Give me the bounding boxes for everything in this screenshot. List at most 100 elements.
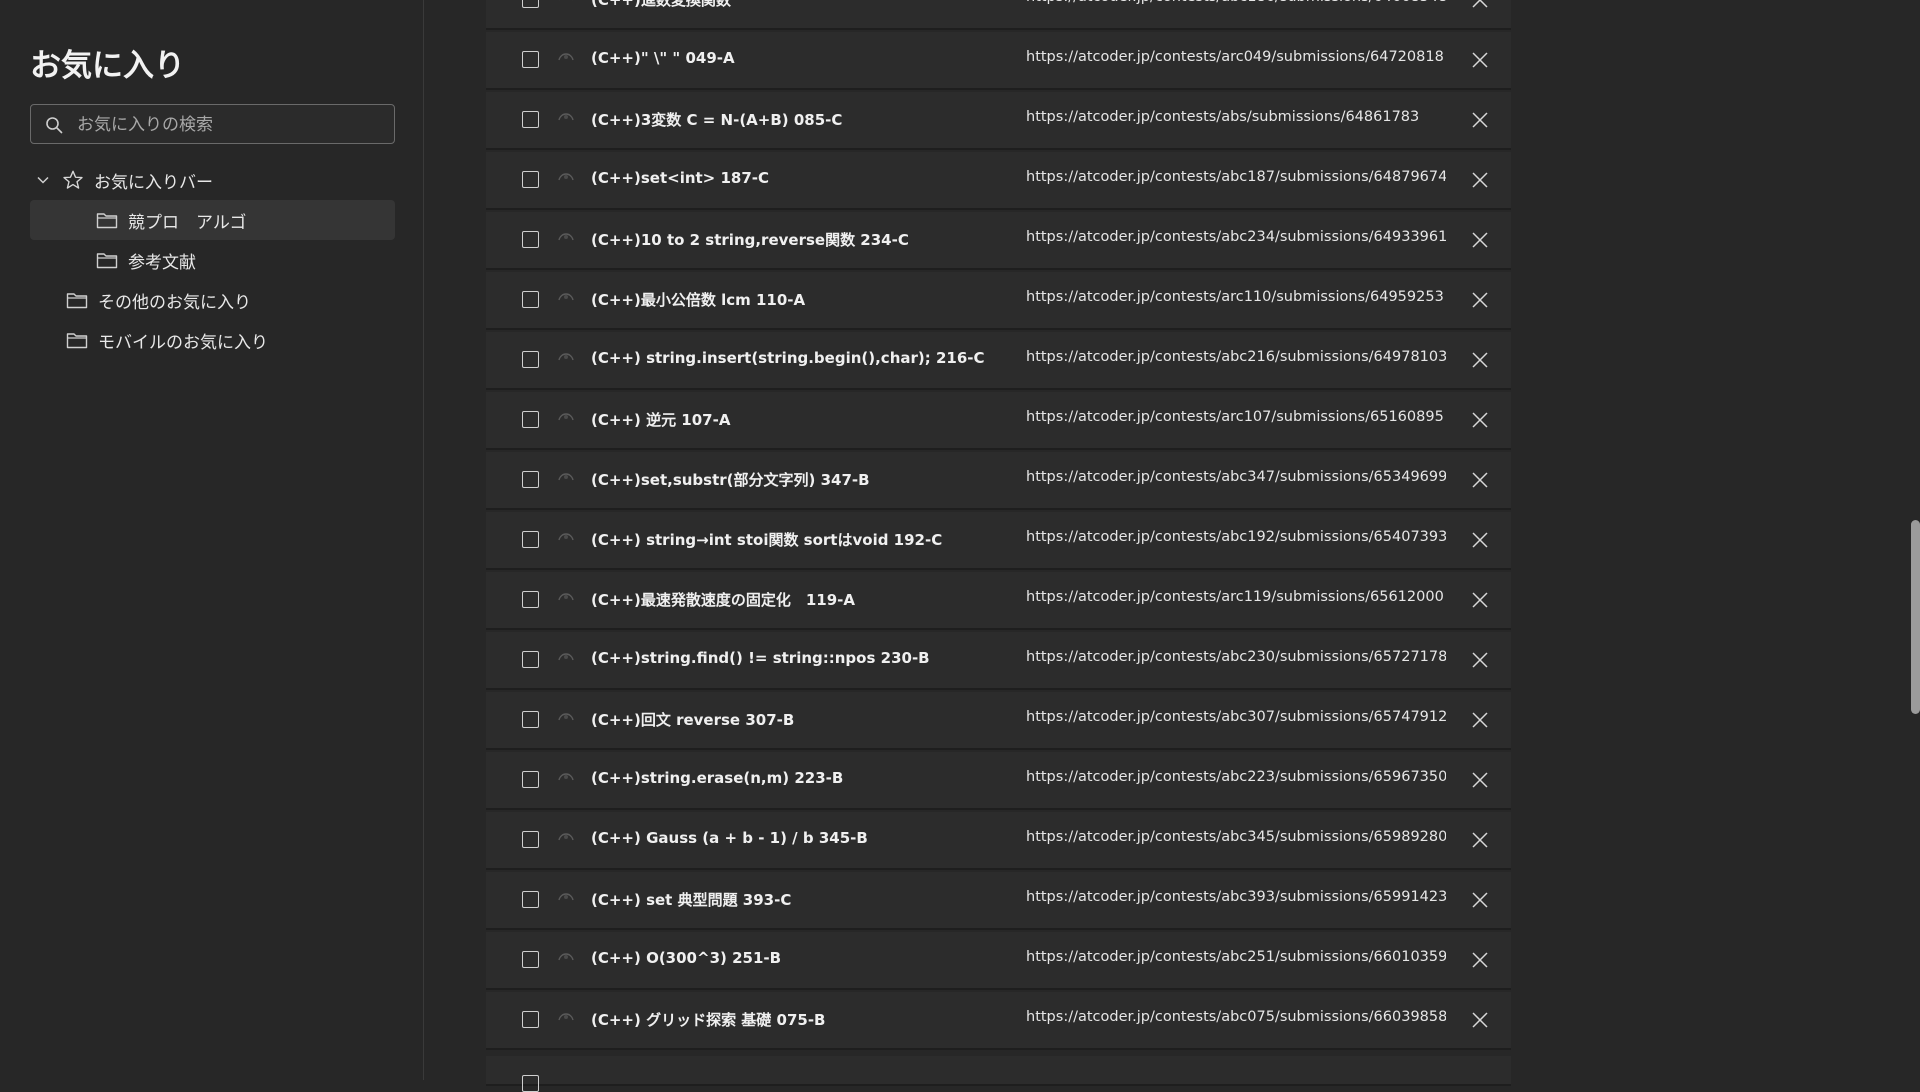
favorite-url[interactable]: https://atcoder.jp/contests/abs/submissi…	[1026, 109, 1446, 125]
list-item[interactable]: (C++)回文 reverse 307-B https://atcoder.jp/…	[486, 692, 1511, 750]
list-item[interactable]: (C++)進数変換関数 https://atcoder.jp/contests/a…	[486, 0, 1511, 30]
close-icon[interactable]	[1471, 891, 1489, 909]
list-item[interactable]: (C++) Gauss (a + b - 1) / b 345-B https:/…	[486, 812, 1511, 870]
list-item[interactable]: (C++) set 典型問題 393-C https://atcoder.jp/c…	[486, 872, 1511, 930]
select-checkbox[interactable]	[522, 1075, 539, 1092]
select-checkbox[interactable]	[522, 51, 539, 68]
favorite-title[interactable]: (C++) Gauss (a + b - 1) / b 345-B	[591, 829, 1011, 847]
favorite-title[interactable]: (C++) グリッド探索 基礎 075-B	[591, 1009, 1011, 1030]
list-item[interactable]: (C++)string.erase(n,m) 223-B https://atco…	[486, 752, 1511, 810]
list-item[interactable]: (C++) グリッド探索 基礎 075-B https://atcoder.jp/…	[486, 992, 1511, 1050]
select-checkbox[interactable]	[522, 411, 539, 428]
favorite-title[interactable]: (C++)set,substr(部分文字列) 347-B	[591, 469, 1011, 490]
favorite-title[interactable]: (C++)最小公倍数 lcm 110-A	[591, 289, 1011, 310]
favorite-url[interactable]: https://atcoder.jp/contests/abc345/submi…	[1026, 829, 1446, 845]
list-item[interactable]: (C++)string.find() != string::npos 230-B…	[486, 632, 1511, 690]
favorite-url[interactable]: https://atcoder.jp/contests/abc251/submi…	[1026, 949, 1446, 965]
list-item[interactable]: (C++) 逆元 107-A https://atcoder.jp/contest…	[486, 392, 1511, 450]
close-icon[interactable]	[1471, 291, 1489, 309]
close-icon[interactable]	[1471, 771, 1489, 789]
select-checkbox[interactable]	[522, 771, 539, 788]
close-icon[interactable]	[1471, 651, 1489, 669]
select-checkbox[interactable]	[522, 171, 539, 188]
list-item[interactable]: (C++) string→int stoi関数 sortはvoid 192-C h…	[486, 512, 1511, 570]
close-icon[interactable]	[1471, 171, 1489, 189]
favorite-title[interactable]: (C++)string.erase(n,m) 223-B	[591, 769, 1011, 787]
tree-item-references[interactable]: 参考文献	[30, 240, 395, 280]
close-icon[interactable]	[1471, 531, 1489, 549]
close-icon[interactable]	[1471, 51, 1489, 69]
select-checkbox[interactable]	[522, 0, 539, 8]
close-icon[interactable]	[1471, 951, 1489, 969]
select-checkbox[interactable]	[522, 531, 539, 548]
favorite-url[interactable]: https://atcoder.jp/contests/abc347/submi…	[1026, 469, 1446, 485]
favorite-title[interactable]: (C++) set 典型問題 393-C	[591, 889, 1011, 910]
select-checkbox[interactable]	[522, 351, 539, 368]
close-icon[interactable]	[1471, 351, 1489, 369]
list-item[interactable]: (C++) string.insert(string.begin(),char)…	[486, 332, 1511, 390]
favorite-url[interactable]: https://atcoder.jp/contests/abc307/submi…	[1026, 709, 1446, 725]
favorite-title[interactable]: (C++)進数変換関数	[591, 0, 1011, 10]
select-checkbox[interactable]	[522, 831, 539, 848]
favorite-url[interactable]: https://atcoder.jp/contests/abc075/submi…	[1026, 1009, 1446, 1025]
tree-item-favorites-bar[interactable]: お気に入りバー	[30, 160, 395, 200]
favorite-url[interactable]: https://atcoder.jp/contests/abc186/submi…	[1026, 0, 1446, 5]
list-item[interactable]: (C++) O(300^3) 251-B https://atcoder.jp/c…	[486, 932, 1511, 990]
select-checkbox[interactable]	[522, 291, 539, 308]
list-item[interactable]: (C++)3変数 C = N-(A+B) 085-C https://atcode…	[486, 92, 1511, 150]
select-checkbox[interactable]	[522, 891, 539, 908]
favorite-title[interactable]: (C++) string.insert(string.begin(),char)…	[591, 349, 1011, 367]
close-icon[interactable]	[1471, 831, 1489, 849]
favorite-url[interactable]: https://atcoder.jp/contests/abc192/submi…	[1026, 529, 1446, 545]
list-item[interactable]: (C++)" \" " 049-A https://atcoder.jp/cont…	[486, 32, 1511, 90]
favorite-title[interactable]: (C++)string.find() != string::npos 230-B	[591, 649, 1011, 667]
favorite-url[interactable]: https://atcoder.jp/contests/arc110/submi…	[1026, 289, 1446, 305]
favorite-title[interactable]: (C++) 逆元 107-A	[591, 409, 1011, 430]
select-checkbox[interactable]	[522, 711, 539, 728]
close-icon[interactable]	[1471, 471, 1489, 489]
list-item[interactable]: (C++)最速発散速度の固定化 119-A https://atcoder.jp/…	[486, 572, 1511, 630]
favorite-title[interactable]: (C++) string→int stoi関数 sortはvoid 192-C	[591, 529, 1011, 550]
favorite-url[interactable]: https://atcoder.jp/contests/arc049/submi…	[1026, 49, 1446, 65]
select-checkbox[interactable]	[522, 471, 539, 488]
select-checkbox[interactable]	[522, 1011, 539, 1028]
chevron-down-icon[interactable]	[36, 173, 50, 187]
tree-item-other-favorites[interactable]: その他のお気に入り	[30, 280, 395, 320]
favorite-url[interactable]: https://atcoder.jp/contests/abc223/submi…	[1026, 769, 1446, 785]
close-icon[interactable]	[1471, 231, 1489, 249]
tree-item-kyopro-algo[interactable]: 競プロ アルゴ	[30, 200, 395, 240]
scrollbar-thumb[interactable]	[1911, 520, 1920, 714]
close-icon[interactable]	[1471, 0, 1489, 9]
close-icon[interactable]	[1471, 591, 1489, 609]
favorite-url[interactable]: https://atcoder.jp/contests/abc234/submi…	[1026, 229, 1446, 245]
list-item[interactable]: (C++)set<int> 187-C https://atcoder.jp/co…	[486, 152, 1511, 210]
favorite-url[interactable]: https://atcoder.jp/contests/arc119/submi…	[1026, 589, 1446, 605]
select-checkbox[interactable]	[522, 111, 539, 128]
favorite-title[interactable]: (C++)回文 reverse 307-B	[591, 709, 1011, 730]
list-item-partial[interactable]	[486, 1056, 1511, 1092]
select-checkbox[interactable]	[522, 231, 539, 248]
favorite-url[interactable]: https://atcoder.jp/contests/abc230/submi…	[1026, 649, 1446, 665]
favorite-url[interactable]: https://atcoder.jp/contests/abc187/submi…	[1026, 169, 1446, 185]
close-icon[interactable]	[1471, 111, 1489, 129]
favorite-title[interactable]: (C++)" \" " 049-A	[591, 49, 1011, 67]
favorite-url[interactable]: https://atcoder.jp/contests/abc216/submi…	[1026, 349, 1446, 365]
list-item[interactable]: (C++)最小公倍数 lcm 110-A https://atcoder.jp/c…	[486, 272, 1511, 330]
select-checkbox[interactable]	[522, 951, 539, 968]
close-icon[interactable]	[1471, 411, 1489, 429]
close-icon[interactable]	[1471, 1011, 1489, 1029]
select-checkbox[interactable]	[522, 591, 539, 608]
favorite-title[interactable]: (C++)10 to 2 string,reverse関数 234-C	[591, 229, 1011, 250]
favorite-url[interactable]: https://atcoder.jp/contests/abc393/submi…	[1026, 889, 1446, 905]
favorite-title[interactable]: (C++)最速発散速度の固定化 119-A	[591, 589, 1011, 610]
close-icon[interactable]	[1471, 711, 1489, 729]
list-item[interactable]: (C++)10 to 2 string,reverse関数 234-C https…	[486, 212, 1511, 270]
select-checkbox[interactable]	[522, 651, 539, 668]
favorite-title[interactable]: (C++)set<int> 187-C	[591, 169, 1011, 187]
search-input[interactable]	[75, 109, 379, 141]
favorite-title[interactable]: (C++) O(300^3) 251-B	[591, 949, 1011, 967]
tree-item-mobile-favorites[interactable]: モバイルのお気に入り	[30, 320, 395, 360]
favorite-title[interactable]: (C++)3変数 C = N-(A+B) 085-C	[591, 109, 1011, 130]
favorite-url[interactable]: https://atcoder.jp/contests/arc107/submi…	[1026, 409, 1446, 425]
search-box[interactable]	[30, 104, 395, 144]
